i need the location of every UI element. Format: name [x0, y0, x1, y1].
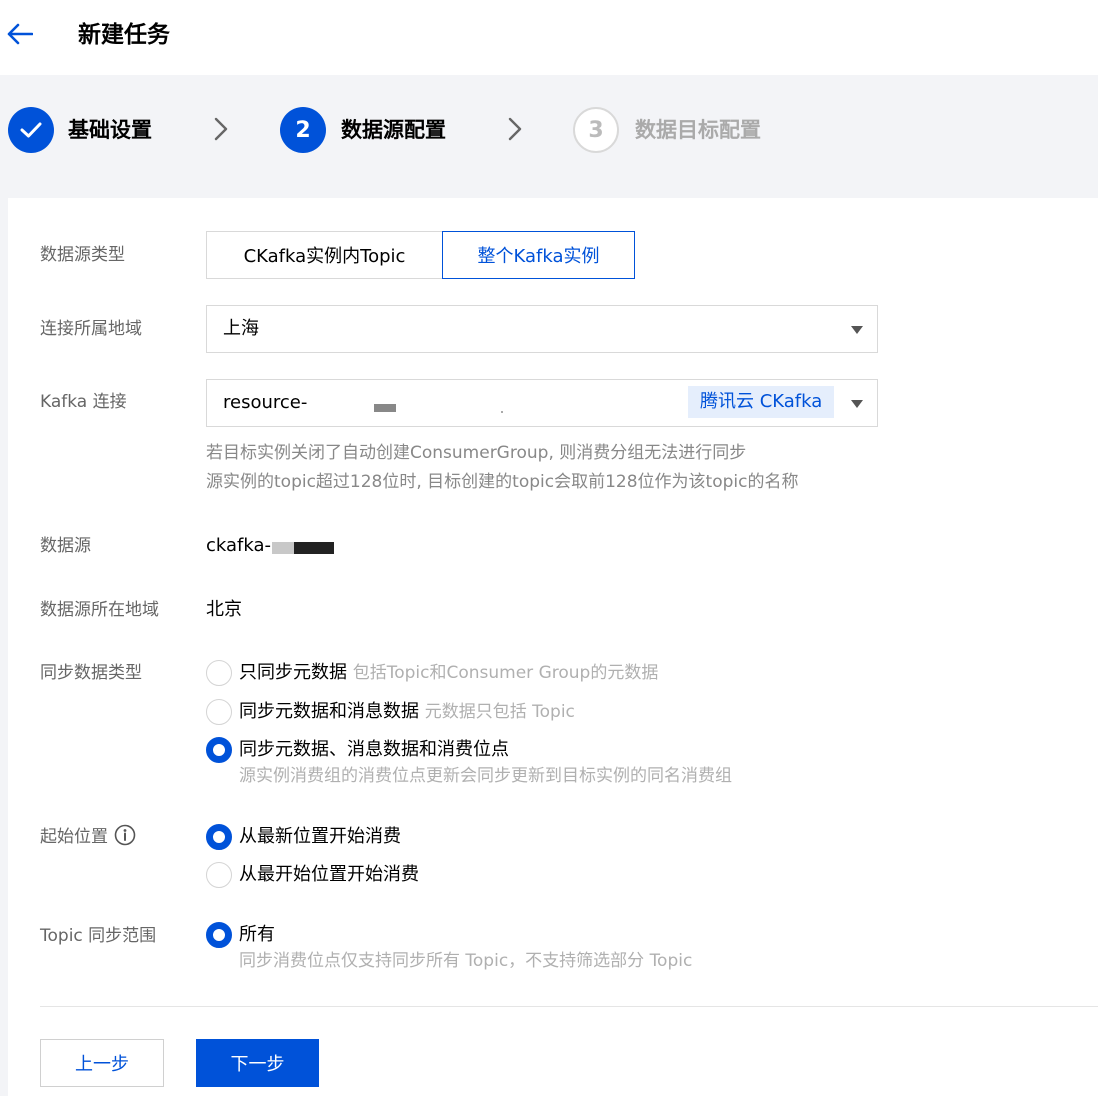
redacted-mark	[501, 411, 503, 413]
arrow-left-icon	[7, 23, 33, 45]
kafka-connection-hint-2: 源实例的topic超过128位时, 目标创建的topic会取前128位作为该to…	[206, 472, 799, 492]
kafka-connection-select[interactable]: resource- 腾讯云 CKafka	[206, 379, 878, 427]
divider	[40, 1006, 1098, 1007]
sync-type-offsets-desc: 源实例消费组的消费位点更新会同步更新到目标实例的同名消费组	[239, 766, 732, 786]
sync-type-radio-metadata[interactable]	[206, 660, 232, 686]
step-1-done-circle	[8, 107, 54, 153]
sync-type-radio-messages[interactable]	[206, 699, 232, 725]
redacted-mark	[374, 404, 396, 412]
sync-type-option-sub: 包括Topic和Consumer Group的元数据	[352, 663, 659, 683]
check-icon	[20, 122, 42, 138]
step-2-label: 数据源配置	[341, 118, 446, 142]
sync-type-option-offsets[interactable]: 同步元数据、消息数据和消费位点	[239, 737, 509, 763]
step-bar	[0, 75, 1098, 185]
start-position-radio-latest[interactable]	[206, 824, 232, 850]
sync-type-option-metadata[interactable]: 只同步元数据 包括Topic和Consumer Group的元数据	[239, 660, 658, 686]
region-label: 连接所属地域	[40, 319, 142, 339]
chevron-right-icon	[508, 117, 522, 141]
datasource-label: 数据源	[40, 536, 91, 556]
datasource-value: ckafka-	[206, 535, 272, 556]
topic-range-radio-all[interactable]	[206, 922, 232, 948]
next-step-button[interactable]: 下一步	[196, 1039, 319, 1087]
kafka-connection-hint-1: 若目标实例关闭了自动创建ConsumerGroup, 则消费分组无法进行同步	[206, 443, 747, 463]
topic-range-option-all[interactable]: 所有	[239, 922, 275, 948]
step-3-label: 数据目标配置	[635, 118, 761, 142]
sync-type-label: 同步数据类型	[40, 663, 142, 683]
caret-down-icon	[851, 326, 863, 334]
sync-type-option-text: 同步元数据和消息数据	[239, 701, 419, 722]
caret-down-icon	[851, 400, 863, 408]
redacted-mark	[294, 542, 334, 554]
info-icon[interactable]	[114, 824, 136, 846]
chevron-right-icon	[214, 117, 228, 141]
region-value: 上海	[223, 318, 259, 339]
start-position-radio-earliest[interactable]	[206, 862, 232, 888]
kafka-connection-label: Kafka 连接	[40, 392, 127, 412]
source-type-label: 数据源类型	[40, 245, 125, 265]
step-1-label: 基础设置	[68, 118, 152, 142]
redacted-mark	[272, 542, 294, 554]
sync-type-radio-offsets[interactable]	[206, 737, 232, 763]
region-select[interactable]: 上海	[206, 305, 878, 353]
datasource-region-value: 北京	[206, 599, 242, 620]
start-position-option-latest[interactable]: 从最新位置开始消费	[239, 824, 401, 850]
step-2-circle: 2	[280, 107, 326, 153]
back-button[interactable]	[6, 20, 34, 48]
prev-step-button[interactable]: 上一步	[40, 1039, 164, 1087]
step-3-circle: 3	[573, 107, 619, 153]
source-type-option-topic[interactable]: CKafka实例内Topic	[206, 231, 443, 279]
sync-type-option-messages[interactable]: 同步元数据和消息数据 元数据只包括 Topic	[239, 699, 575, 725]
start-position-option-earliest[interactable]: 从最开始位置开始消费	[239, 862, 419, 888]
provider-tag: 腾讯云 CKafka	[688, 386, 835, 418]
topic-range-desc: 同步消费位点仅支持同步所有 Topic，不支持筛选部分 Topic	[239, 951, 693, 971]
datasource-region-label: 数据源所在地域	[40, 600, 159, 620]
topic-range-label: Topic 同步范围	[40, 926, 157, 946]
kafka-connection-value: resource-	[223, 392, 308, 413]
start-position-label: 起始位置	[40, 824, 136, 850]
page-title: 新建任务	[78, 22, 170, 48]
page-header: 新建任务	[0, 0, 1098, 75]
sync-type-option-text: 只同步元数据	[239, 662, 347, 683]
sync-type-option-sub: 元数据只包括 Topic	[424, 702, 575, 722]
source-type-option-instance[interactable]: 整个Kafka实例	[442, 231, 635, 279]
